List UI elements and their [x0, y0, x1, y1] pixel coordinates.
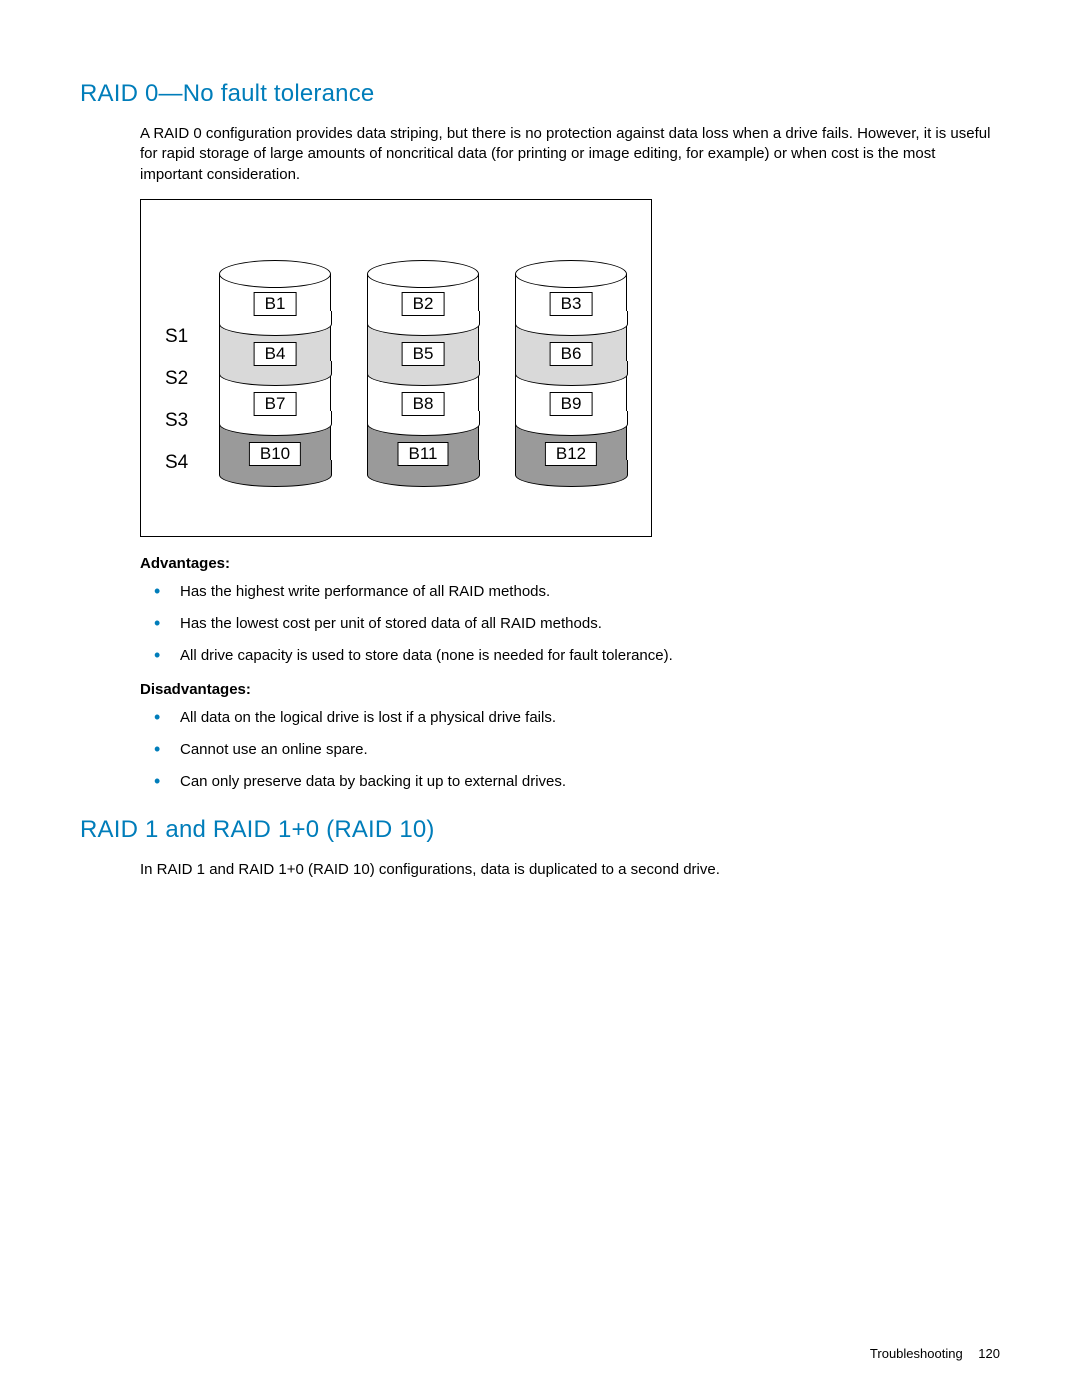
cylinder-top-icon: [219, 260, 331, 288]
block-label: B2: [402, 292, 445, 316]
block-label: B3: [550, 292, 593, 316]
stripe-label: S3: [165, 400, 188, 442]
block-label: B10: [249, 442, 301, 466]
list-item: Can only preserve data by backing it up …: [140, 772, 1000, 792]
list-item: Has the lowest cost per unit of stored d…: [140, 614, 1000, 634]
list-item: Has the highest write performance of all…: [140, 582, 1000, 602]
cylinder-top-icon: [367, 260, 479, 288]
raid1-intro: In RAID 1 and RAID 1+0 (RAID 10) configu…: [140, 860, 1000, 880]
stripe-labels: S1 S2 S3 S4: [165, 316, 188, 484]
raid0-diagram: S1 S2 S3 S4 B1 B4 B7 B10 B2 B5 B8 B11: [140, 199, 652, 537]
block-label: B12: [545, 442, 597, 466]
raid1-heading: RAID 1 and RAID 1+0 (RAID 10): [80, 816, 1000, 844]
block-label: B8: [402, 392, 445, 416]
block-label: B11: [398, 442, 449, 466]
advantages-list: Has the highest write performance of all…: [140, 582, 1000, 667]
block-label: B5: [402, 342, 445, 366]
footer-page-number: 120: [978, 1346, 1000, 1361]
drive-cylinder-3: B3 B6 B9 B12: [515, 260, 627, 486]
stripe-label: S2: [165, 358, 188, 400]
drive-cylinder-1: B1 B4 B7 B10: [219, 260, 331, 486]
block-label: B1: [254, 292, 297, 316]
raid0-heading: RAID 0—No fault tolerance: [80, 80, 1000, 108]
block-label: B6: [550, 342, 593, 366]
block-label: B7: [254, 392, 297, 416]
disadvantages-list: All data on the logical drive is lost if…: [140, 708, 1000, 793]
list-item: All data on the logical drive is lost if…: [140, 708, 1000, 728]
page-footer: Troubleshooting 120: [870, 1346, 1000, 1361]
stripe-label: S1: [165, 316, 188, 358]
list-item: All drive capacity is used to store data…: [140, 646, 1000, 666]
advantages-heading: Advantages:: [140, 555, 1000, 572]
block-label: B9: [550, 392, 593, 416]
stripe-label: S4: [165, 442, 188, 484]
list-item: Cannot use an online spare.: [140, 740, 1000, 760]
block-label: B4: [254, 342, 297, 366]
footer-section: Troubleshooting: [870, 1346, 963, 1361]
document-page: RAID 0—No fault tolerance A RAID 0 confi…: [0, 0, 1080, 1397]
cylinder-row: B1 B4 B7 B10 B2 B5 B8 B11 B3 B6 B9 B12: [219, 260, 627, 486]
cylinder-top-icon: [515, 260, 627, 288]
drive-cylinder-2: B2 B5 B8 B11: [367, 260, 479, 486]
disadvantages-heading: Disadvantages:: [140, 681, 1000, 698]
raid0-intro: A RAID 0 configuration provides data str…: [140, 124, 1000, 185]
